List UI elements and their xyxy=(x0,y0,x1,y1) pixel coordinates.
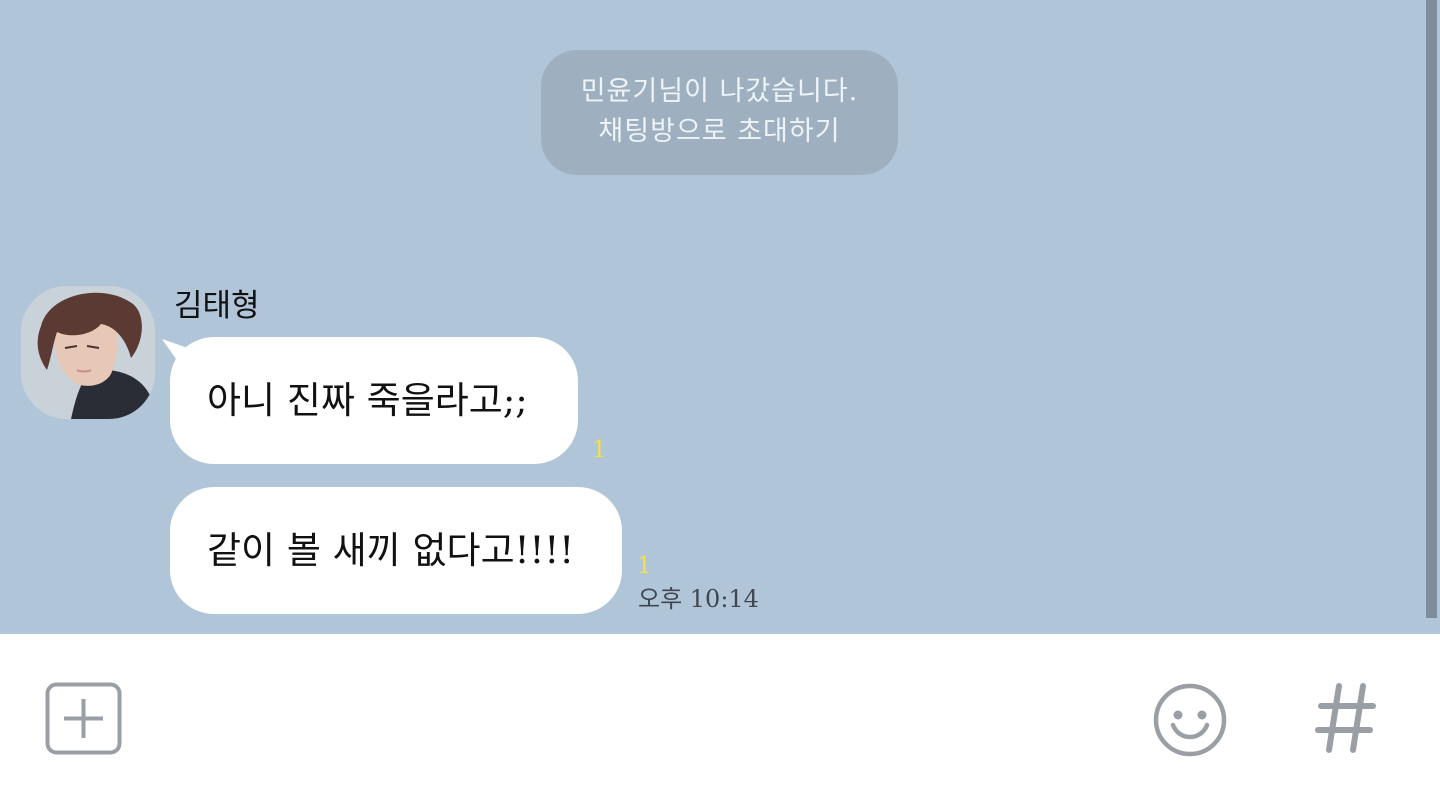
message-bubble[interactable]: 같이 볼 새끼 없다고!!!! xyxy=(170,487,622,614)
message-bubble[interactable]: 아니 진짜 죽을라고;; xyxy=(170,337,578,464)
input-bar xyxy=(0,634,1440,802)
sender-name: 김태형 xyxy=(174,288,260,324)
sender-avatar[interactable] xyxy=(21,286,155,419)
unread-count: 1 xyxy=(637,553,652,579)
message-text: 같이 볼 새끼 없다고!!!! xyxy=(207,529,575,572)
chat-message-area[interactable]: 민윤기님이 나갔습니다. 채팅방으로 초대하기 김태형 아니 진짜 죽을라고;;… xyxy=(0,0,1440,634)
chat-screen: 민윤기님이 나갔습니다. 채팅방으로 초대하기 김태형 아니 진짜 죽을라고;;… xyxy=(0,0,1440,802)
attach-button[interactable] xyxy=(45,682,123,756)
smiley-icon xyxy=(1153,683,1227,757)
plus-square-icon xyxy=(45,682,122,755)
unread-count: 1 xyxy=(592,437,607,463)
invite-to-chat-link[interactable]: 채팅방으로 초대하기 xyxy=(541,112,898,152)
system-notice: 민윤기님이 나갔습니다. 채팅방으로 초대하기 xyxy=(541,50,898,175)
emoticon-button[interactable] xyxy=(1151,681,1229,759)
message-text: 아니 진짜 죽을라고;; xyxy=(207,379,528,422)
hashtag-search-button[interactable] xyxy=(1315,682,1377,754)
member-left-notice: 민윤기님이 나갔습니다. xyxy=(580,76,859,107)
message-timestamp: 오후 10:14 xyxy=(638,585,759,613)
hashtag-icon xyxy=(1315,683,1376,753)
avatar-photo xyxy=(21,286,155,419)
scrollbar[interactable] xyxy=(1426,0,1437,618)
